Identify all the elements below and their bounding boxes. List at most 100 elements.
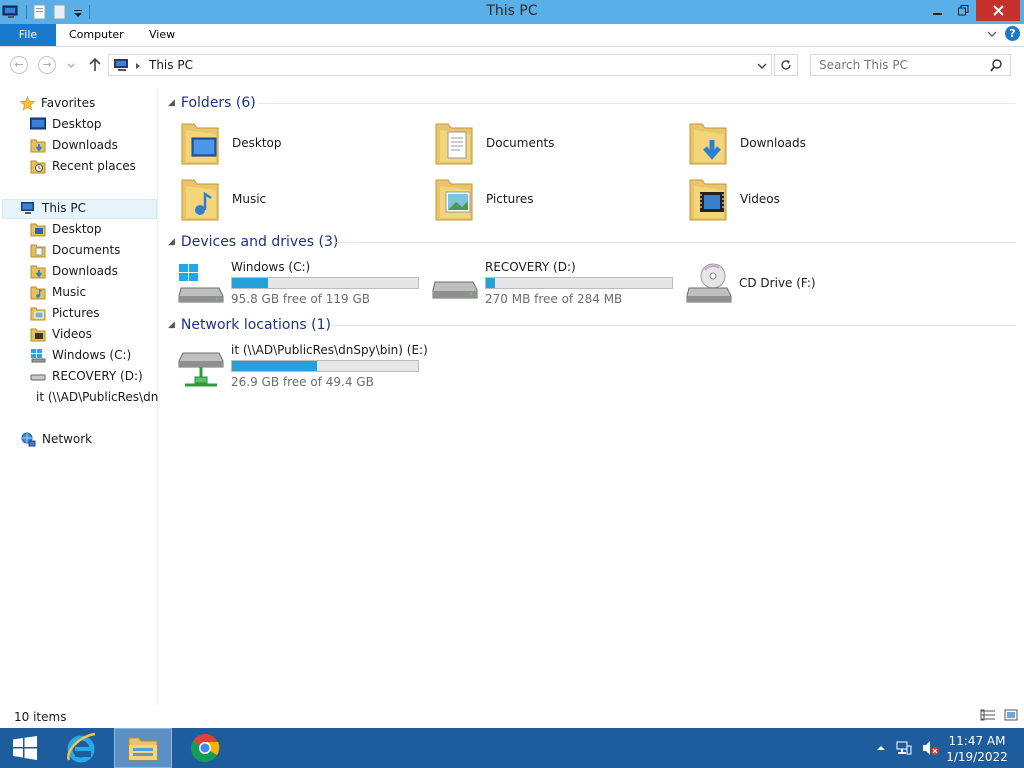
- drive-name: it (\\AD\PublicRes\dnSpy\bin) (E:): [231, 343, 428, 357]
- breadcrumb-chevron-icon[interactable]: [135, 62, 141, 70]
- drive-usage-bar: [485, 277, 673, 289]
- title-bar[interactable]: This PC: [0, 0, 1024, 24]
- ribbon: File Computer View ?: [0, 24, 1024, 47]
- drive-icon: [432, 281, 478, 299]
- nav-network[interactable]: Network: [20, 429, 92, 449]
- address-bar[interactable]: This PC: [108, 54, 772, 76]
- drive-free-space: 95.8 GB free of 119 GB: [231, 292, 370, 306]
- group-header-folders[interactable]: ◢ Folders (6): [168, 93, 256, 113]
- refresh-button[interactable]: [774, 54, 798, 76]
- clock-time: 11:47 AM: [948, 734, 1006, 748]
- back-button[interactable]: ←: [10, 56, 28, 74]
- large-icons-view-icon[interactable]: [1004, 709, 1018, 721]
- drive-name: Windows (C:): [231, 260, 311, 274]
- restore-button[interactable]: [951, 0, 975, 21]
- drive-usage-bar: [231, 277, 419, 289]
- drive-tile-recovery-d[interactable]: RECOVERY (D:) 270 MB free of 284 MB: [431, 260, 681, 308]
- pictures-folder-icon: [435, 179, 473, 221]
- recent-locations-icon[interactable]: [66, 62, 76, 70]
- back-arrow-icon: ←: [14, 58, 24, 71]
- up-arrow-icon[interactable]: [88, 57, 102, 73]
- tab-file[interactable]: File: [0, 24, 56, 46]
- volume-muted-icon[interactable]: [922, 740, 940, 756]
- nav-pc-recovery-d[interactable]: RECOVERY (D:): [30, 366, 143, 386]
- details-view-icon[interactable]: [980, 709, 996, 721]
- forward-button[interactable]: →: [38, 56, 56, 74]
- nav-pc-documents[interactable]: Documents: [30, 240, 120, 260]
- tab-view[interactable]: View: [149, 24, 175, 46]
- drive-usage-fill: [232, 361, 317, 371]
- nav-favorites-downloads[interactable]: Downloads: [30, 135, 118, 155]
- group-divider: [336, 242, 1016, 243]
- nav-pc-pictures[interactable]: Pictures: [30, 303, 100, 323]
- folder-tile-videos[interactable]: Videos: [686, 174, 780, 224]
- network-icon: [21, 432, 36, 446]
- taskbar-file-explorer[interactable]: [114, 728, 172, 768]
- folder-tile-downloads[interactable]: Downloads: [686, 118, 806, 168]
- navigation-pane: Favorites Desktop Downloads Recent place…: [0, 88, 158, 705]
- collapse-caret-icon[interactable]: ◢: [168, 237, 175, 247]
- pictures-folder-icon: [30, 307, 46, 320]
- documents-folder-icon: [435, 123, 473, 165]
- collapse-caret-icon[interactable]: ◢: [168, 320, 175, 330]
- clock-date: 1/19/2022: [946, 750, 1008, 764]
- star-icon: [20, 95, 35, 111]
- group-header-network[interactable]: ◢ Network locations (1): [168, 315, 331, 335]
- tab-computer[interactable]: Computer: [69, 24, 124, 46]
- folder-tile-desktop[interactable]: Desktop: [178, 118, 282, 168]
- minimize-button[interactable]: [925, 0, 951, 21]
- drive-tile-cd-f[interactable]: CD Drive (F:): [685, 260, 935, 308]
- address-dropdown-icon[interactable]: [757, 62, 767, 70]
- group-header-devices[interactable]: ◢ Devices and drives (3): [168, 232, 338, 252]
- desktop-icon: [30, 117, 46, 130]
- network-drive-icon: [178, 352, 224, 387]
- start-button[interactable]: [2, 728, 48, 768]
- show-hidden-icons-icon[interactable]: [876, 744, 886, 752]
- nav-pc-windows-c[interactable]: Windows (C:): [30, 345, 131, 365]
- minimize-icon: [933, 12, 942, 15]
- network-status-icon[interactable]: [896, 740, 912, 756]
- nav-this-pc[interactable]: This PC: [20, 198, 86, 218]
- help-icon[interactable]: ?: [1005, 26, 1020, 41]
- taskbar-clock[interactable]: 11:47 AM 1/19/2022: [942, 733, 1012, 765]
- breadcrumb[interactable]: This PC: [149, 58, 193, 72]
- this-pc-icon: [114, 59, 128, 71]
- nav-pc-videos[interactable]: Videos: [30, 324, 92, 344]
- windows-logo-icon: [13, 736, 37, 760]
- window-title: This PC: [486, 3, 538, 19]
- collapse-caret-icon[interactable]: ◢: [168, 98, 175, 108]
- search-input[interactable]: Search This PC: [819, 58, 908, 72]
- folder-tile-documents[interactable]: Documents: [432, 118, 554, 168]
- file-explorer-icon: [128, 737, 158, 761]
- folder-tile-pictures[interactable]: Pictures: [432, 174, 534, 224]
- nav-pc-downloads[interactable]: Downloads: [30, 261, 118, 281]
- nav-pc-music[interactable]: Music: [30, 282, 86, 302]
- nav-favorites-recent-places[interactable]: Recent places: [30, 156, 136, 176]
- search-icon[interactable]: [990, 59, 1002, 72]
- music-folder-icon: [30, 286, 46, 299]
- taskbar-chrome[interactable]: [182, 728, 228, 768]
- close-button[interactable]: [976, 0, 1020, 21]
- forward-arrow-icon: →: [42, 58, 52, 71]
- internet-explorer-icon: [67, 732, 96, 763]
- this-pc-icon: [21, 202, 34, 214]
- folder-tile-music[interactable]: Music: [178, 174, 266, 224]
- desktop-folder-icon: [30, 223, 46, 236]
- taskbar: 11:47 AM 1/19/2022: [0, 728, 1024, 768]
- close-icon: [992, 5, 1004, 16]
- ribbon-controls: ?: [987, 26, 1020, 41]
- group-divider: [330, 325, 1016, 326]
- taskbar-internet-explorer[interactable]: [58, 728, 104, 768]
- music-folder-icon: [181, 179, 219, 221]
- nav-favorites-desktop[interactable]: Desktop: [30, 114, 102, 134]
- drive-tile-windows-c[interactable]: Windows (C:) 95.8 GB free of 119 GB: [177, 260, 427, 308]
- nav-pc-network-drive-e[interactable]: it (\\AD\PublicRes\dnSpy\bin) (E:): [30, 387, 158, 407]
- network-drive-tile-e[interactable]: it (\\AD\PublicRes\dnSpy\bin) (E:) 26.9 …: [177, 343, 428, 391]
- search-box[interactable]: Search This PC: [810, 54, 1011, 76]
- nav-pc-desktop[interactable]: Desktop: [30, 219, 102, 239]
- expand-ribbon-icon[interactable]: [987, 30, 997, 38]
- recent-places-icon: [30, 160, 46, 173]
- nav-favorites[interactable]: Favorites: [20, 93, 95, 113]
- group-divider: [258, 103, 1016, 104]
- downloads-folder-icon: [30, 265, 46, 278]
